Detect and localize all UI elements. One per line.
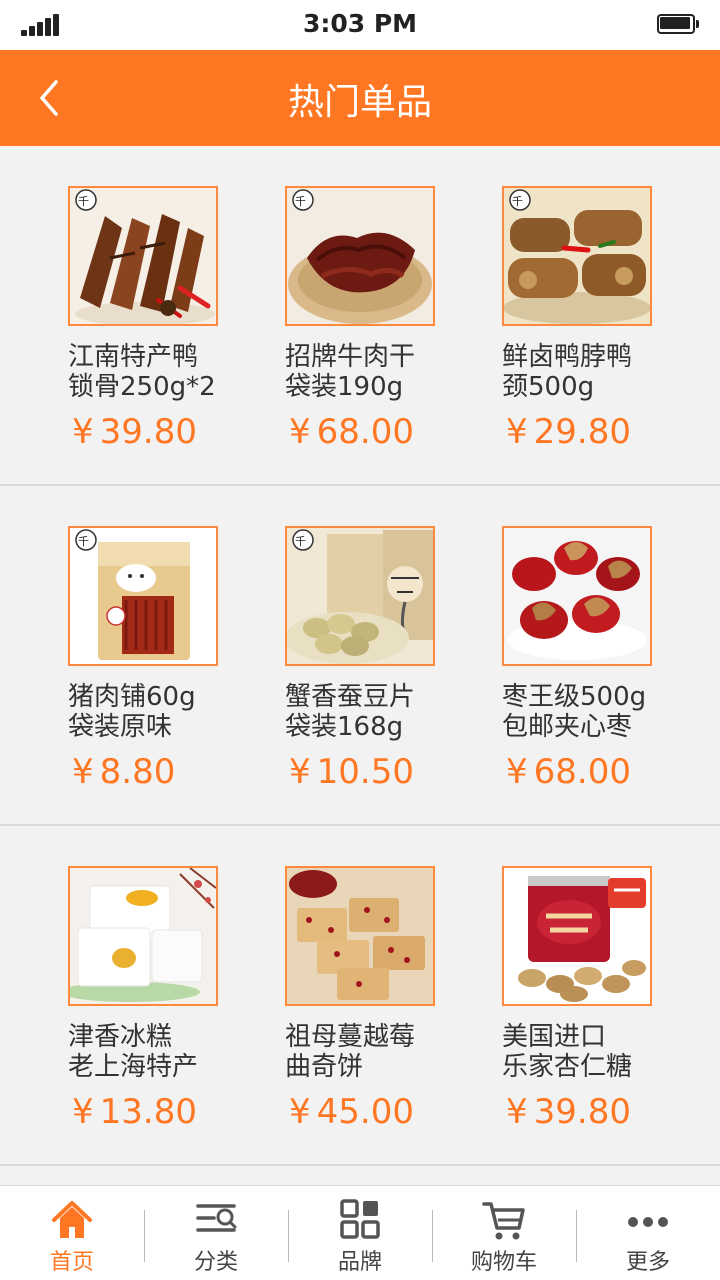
product-image-beef-jerky[interactable]: 千: [285, 186, 435, 326]
product-card[interactable]: 千 招牌牛肉干 袋装190g ¥68.00: [285, 186, 485, 466]
product-grid: 千 江南特产鸭 锁骨250g*2 ¥39.80 千 招牌牛肉干 袋装190g ¥68…: [0, 146, 720, 1166]
product-row: 千 江南特产鸭 锁骨250g*2 ¥39.80 千 招牌牛肉干 袋装190g ¥68…: [0, 146, 720, 486]
tab-more[interactable]: 更多: [576, 1186, 720, 1280]
tab-cart[interactable]: 购物车: [432, 1186, 576, 1280]
page-title: 热门单品: [287, 82, 432, 123]
product-card[interactable]: 津香冰糕 老上海特产 ¥13.80: [68, 866, 268, 1146]
tab-label: 购物车: [470, 1250, 537, 1275]
product-price: ¥68.00: [506, 752, 631, 792]
product-price: ¥10.50: [289, 752, 414, 792]
product-card[interactable]: 美国进口 乐家杏仁糖 ¥39.80: [502, 866, 702, 1146]
tab-home[interactable]: 首页: [0, 1186, 144, 1280]
product-card[interactable]: 千 江南特产鸭 锁骨250g*2 ¥39.80: [68, 186, 268, 466]
svg-text:千: 千: [78, 195, 89, 208]
tab-bar: 首页 分类 品牌 购物车 更多: [0, 1185, 720, 1280]
product-name: 猪肉铺60g 袋装原味: [68, 682, 196, 742]
product-card[interactable]: 千 鲜卤鸭脖鸭 颈500g ¥29.80: [502, 186, 702, 466]
product-name: 蟹香蚕豆片 袋装168g: [285, 682, 416, 742]
product-price: ¥45.00: [289, 1092, 414, 1132]
category-search-icon: [196, 1204, 237, 1232]
product-image-rice-cake[interactable]: [68, 866, 218, 1006]
svg-text:千: 千: [78, 535, 89, 548]
battery-icon: [657, 14, 699, 36]
svg-text:千: 千: [295, 535, 306, 548]
product-image-cranberry-cookies[interactable]: [285, 866, 435, 1006]
product-card[interactable]: 千 猪肉铺60g 袋装原味 ¥8.80: [68, 526, 268, 806]
product-image-duck-neck-bone[interactable]: 千: [68, 186, 218, 326]
product-price: ¥68.00: [289, 412, 414, 452]
home-icon: [52, 1201, 92, 1238]
product-name: 美国进口 乐家杏仁糖: [502, 1022, 633, 1082]
tab-label: 更多: [625, 1250, 670, 1275]
tab-brand[interactable]: 品牌: [288, 1186, 432, 1280]
product-name: 津香冰糕 老上海特产: [68, 1022, 199, 1082]
status-time: 3:03 PM: [302, 9, 418, 38]
product-card[interactable]: 祖母蔓越莓 曲奇饼 ¥45.00: [285, 866, 485, 1146]
product-price: ¥29.80: [506, 412, 631, 452]
product-name: 枣王级500g 包邮夹心枣: [502, 682, 647, 742]
grid-icon: [340, 1199, 380, 1239]
product-price: ¥8.80: [72, 752, 176, 792]
product-row: 千 猪肉铺60g 袋装原味 ¥8.80 千 蟹香蚕豆片 袋装168g ¥10.50 …: [0, 486, 720, 826]
more-dots-icon: [628, 1217, 668, 1227]
product-price: ¥13.80: [72, 1092, 197, 1132]
tab-label: 分类: [193, 1250, 238, 1275]
tab-label: 品牌: [337, 1250, 382, 1275]
tab-category[interactable]: 分类: [144, 1186, 288, 1280]
nav-bar: 热门单品: [0, 50, 720, 146]
product-image-braised-duck-neck[interactable]: 千: [502, 186, 652, 326]
product-row: 津香冰糕 老上海特产 ¥13.80 祖母蔓越莓 曲奇饼 ¥45.00 美国进口 乐家杏…: [0, 826, 720, 1166]
product-card[interactable]: 枣王级500g 包邮夹心枣 ¥68.00: [502, 526, 702, 806]
product-image-pork-jerky-bag[interactable]: 千: [68, 526, 218, 666]
product-image-walnut-dates[interactable]: [502, 526, 652, 666]
product-image-almond-roca[interactable]: [502, 866, 652, 1006]
svg-text:千: 千: [295, 195, 306, 208]
cart-icon: [482, 1202, 525, 1240]
product-card[interactable]: 千 蟹香蚕豆片 袋装168g ¥10.50: [285, 526, 485, 806]
status-bar: 3:03 PM: [0, 0, 720, 50]
product-name: 祖母蔓越莓 曲奇饼: [285, 1022, 416, 1082]
product-image-broad-bean-chips[interactable]: 千: [285, 526, 435, 666]
product-name: 江南特产鸭 锁骨250g*2: [68, 342, 216, 402]
product-name: 招牌牛肉干 袋装190g: [285, 342, 416, 402]
svg-text:千: 千: [512, 195, 523, 208]
tab-label: 首页: [49, 1250, 94, 1275]
product-price: ¥39.80: [506, 1092, 631, 1132]
product-price: ¥39.80: [72, 412, 197, 452]
product-name: 鲜卤鸭脖鸭 颈500g: [502, 342, 633, 402]
